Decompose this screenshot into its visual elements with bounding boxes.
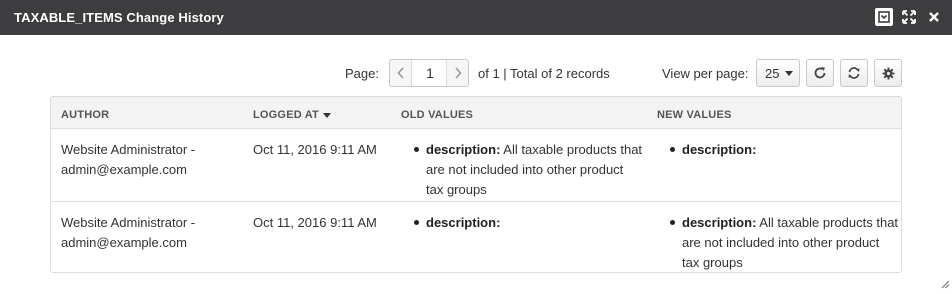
field-name: description: xyxy=(682,142,757,157)
maximize-button[interactable] xyxy=(900,8,918,26)
field-name: description: xyxy=(426,142,501,157)
maximize-icon xyxy=(902,10,916,24)
minimize-icon xyxy=(878,11,890,23)
logged-at-cell: Oct 11, 2016 9:11 AM xyxy=(253,215,377,230)
new-value-item: description: xyxy=(669,140,899,160)
dialog-titlebar: TAXABLE_ITEMS Change History xyxy=(0,0,952,35)
old-value-item: description: xyxy=(413,213,643,233)
grid-settings-button[interactable] xyxy=(874,59,902,87)
records-total: of 1 | Total of 2 records xyxy=(478,66,610,81)
chevron-right-icon xyxy=(454,67,462,79)
reset-icon xyxy=(848,67,860,79)
prev-page-button[interactable] xyxy=(390,60,412,86)
page-number-input[interactable] xyxy=(412,60,448,86)
caret-down-icon xyxy=(785,70,794,76)
minimize-button[interactable] xyxy=(875,8,893,26)
old-value-item: description: All taxable products that a… xyxy=(413,140,643,200)
per-page-dropdown[interactable]: 25 xyxy=(756,59,800,87)
per-page-value: 25 xyxy=(765,65,780,81)
logged-at-cell: Oct 11, 2016 9:11 AM xyxy=(253,142,377,157)
dialog-title: TAXABLE_ITEMS Change History xyxy=(14,10,224,25)
gear-icon xyxy=(881,66,895,80)
resize-handle[interactable] xyxy=(941,277,950,292)
old-values-cell: description: xyxy=(413,213,643,233)
field-name: description: xyxy=(426,215,501,230)
resize-grip-icon xyxy=(941,280,950,289)
column-header-old-values: OLD VALUES xyxy=(401,109,474,121)
close-button[interactable] xyxy=(925,8,943,26)
new-values-cell: description: xyxy=(669,140,899,160)
old-values-cell: description: All taxable products that a… xyxy=(413,140,643,200)
change-history-grid: AUTHOR LOGGED AT OLD VALUES NEW VALUES W… xyxy=(50,96,902,273)
next-page-button[interactable] xyxy=(446,60,468,86)
refresh-icon xyxy=(814,67,826,79)
table-row: Website Administrator - admin@example.co… xyxy=(51,203,901,272)
column-header-logged-at-label: LOGGED AT xyxy=(253,109,319,121)
chevron-left-icon xyxy=(396,67,404,79)
column-header-new-values: NEW VALUES xyxy=(657,109,732,121)
view-per-page-label: View per page: xyxy=(662,66,749,81)
new-values-cell: description: All taxable products that a… xyxy=(669,213,899,272)
page-label: Page: xyxy=(345,66,379,81)
close-icon xyxy=(929,12,939,22)
reset-button[interactable] xyxy=(840,59,868,87)
pagination-toolbar: Page: of 1 | Total of 2 records View per… xyxy=(0,59,952,87)
grid-header: AUTHOR LOGGED AT OLD VALUES NEW VALUES xyxy=(51,97,901,129)
sort-desc-icon xyxy=(322,112,331,118)
column-header-author[interactable]: AUTHOR xyxy=(61,109,109,121)
table-row: Website Administrator - admin@example.co… xyxy=(51,130,901,202)
refresh-button[interactable] xyxy=(806,59,834,87)
column-header-logged-at[interactable]: LOGGED AT xyxy=(253,109,331,121)
new-value-item: description: All taxable products that a… xyxy=(669,213,899,272)
field-name: description: xyxy=(682,215,757,230)
page-selector xyxy=(389,59,469,87)
author-cell: Website Administrator - admin@example.co… xyxy=(61,215,196,250)
author-cell: Website Administrator - admin@example.co… xyxy=(61,142,196,177)
